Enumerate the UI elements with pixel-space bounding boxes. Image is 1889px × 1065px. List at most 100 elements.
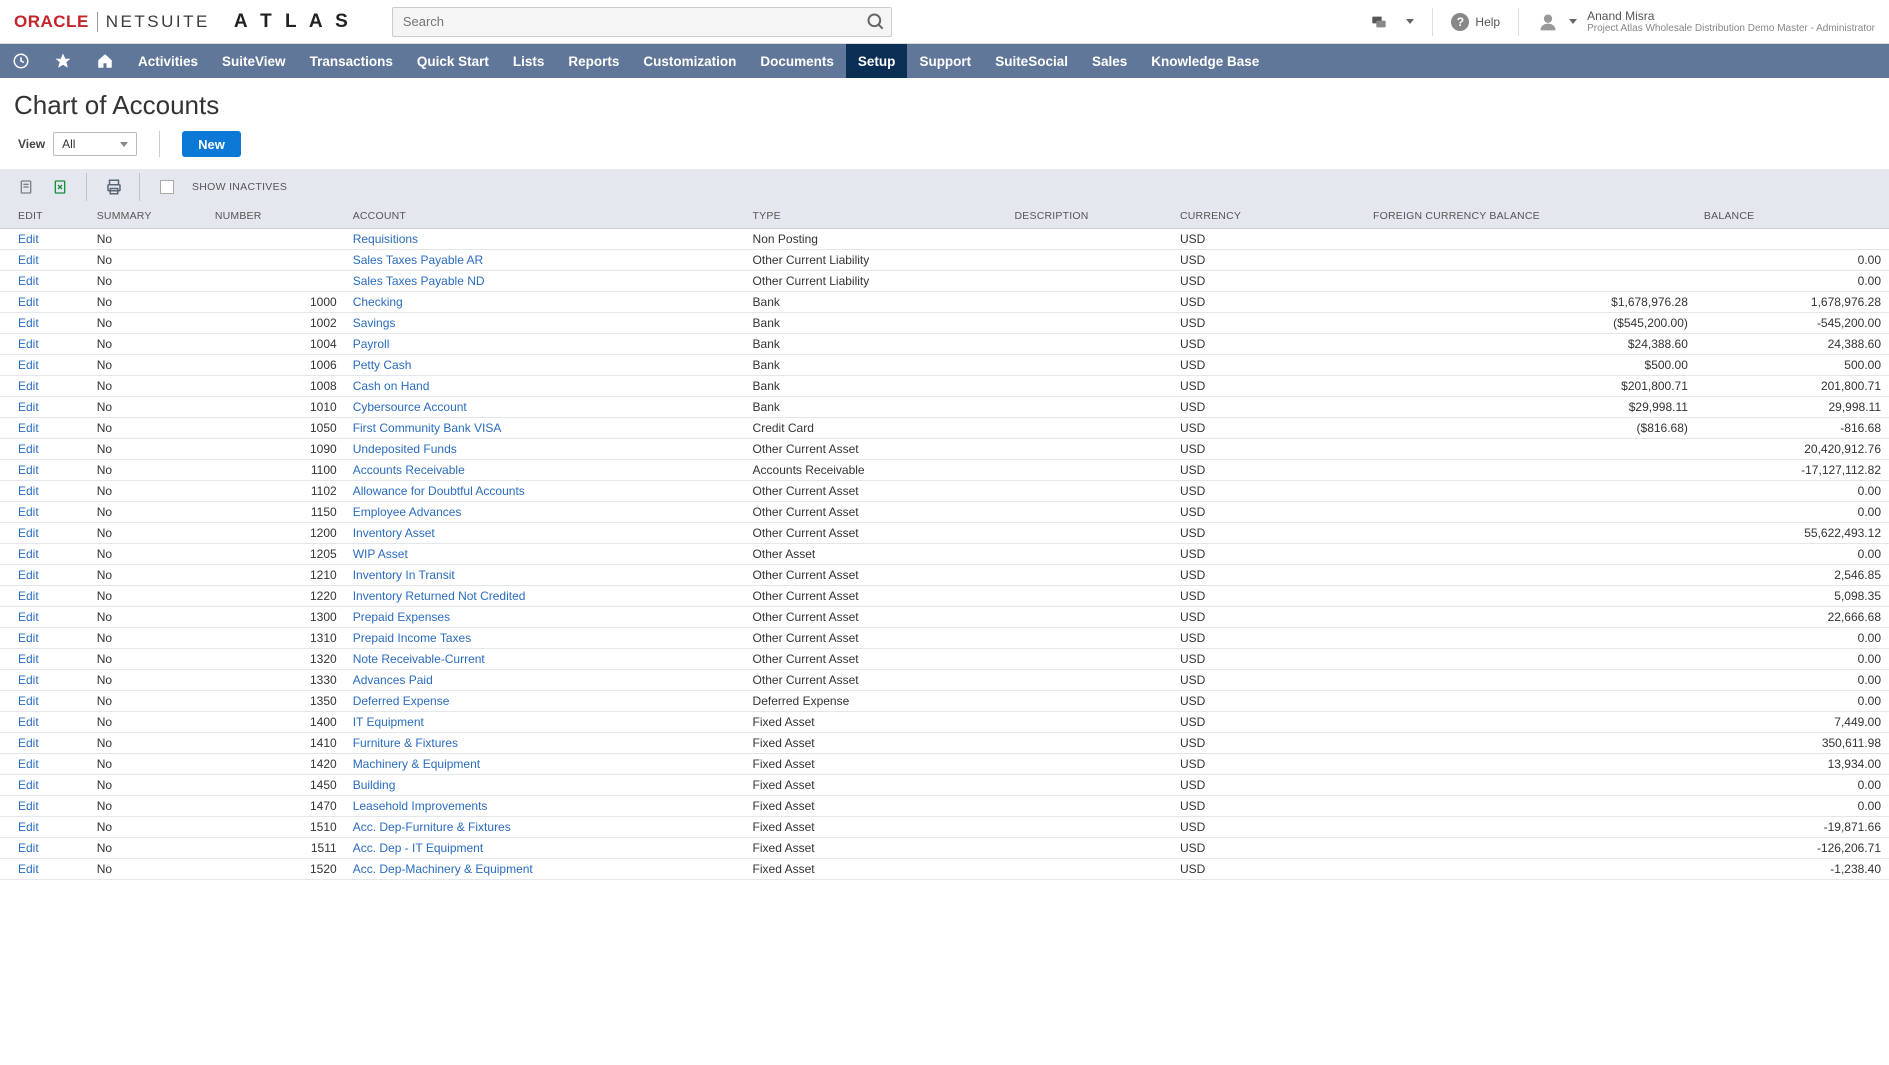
account-link[interactable]: Building: [353, 778, 396, 792]
edit-link[interactable]: Edit: [18, 379, 39, 393]
edit-link[interactable]: Edit: [18, 694, 39, 708]
edit-link[interactable]: Edit: [18, 736, 39, 750]
account-link[interactable]: Inventory Returned Not Credited: [353, 589, 526, 603]
edit-link[interactable]: Edit: [18, 295, 39, 309]
edit-link[interactable]: Edit: [18, 358, 39, 372]
edit-link[interactable]: Edit: [18, 526, 39, 540]
account-link[interactable]: Payroll: [353, 337, 390, 351]
print-icon[interactable]: [105, 178, 121, 196]
edit-link[interactable]: Edit: [18, 820, 39, 834]
account-link[interactable]: Requisitions: [353, 232, 418, 246]
edit-link[interactable]: Edit: [18, 484, 39, 498]
edit-link[interactable]: Edit: [18, 442, 39, 456]
edit-link[interactable]: Edit: [18, 757, 39, 771]
account-link[interactable]: Inventory Asset: [353, 526, 435, 540]
edit-link[interactable]: Edit: [18, 715, 39, 729]
nav-star-icon[interactable]: [42, 44, 84, 78]
language-caret-icon[interactable]: [1406, 19, 1414, 24]
account-link[interactable]: Acc. Dep-Machinery & Equipment: [353, 862, 533, 876]
edit-link[interactable]: Edit: [18, 505, 39, 519]
edit-link[interactable]: Edit: [18, 400, 39, 414]
account-link[interactable]: Sales Taxes Payable ND: [353, 274, 485, 288]
nav-item-setup[interactable]: Setup: [846, 44, 908, 78]
account-link[interactable]: Inventory In Transit: [353, 568, 455, 582]
edit-link[interactable]: Edit: [18, 547, 39, 561]
col-edit[interactable]: EDIT: [0, 205, 83, 229]
account-link[interactable]: Accounts Receivable: [353, 463, 465, 477]
edit-link[interactable]: Edit: [18, 862, 39, 876]
col-description[interactable]: DESCRIPTION: [1007, 205, 1172, 229]
account-link[interactable]: Sales Taxes Payable AR: [353, 253, 484, 267]
edit-link[interactable]: Edit: [18, 253, 39, 267]
nav-item-support[interactable]: Support: [907, 44, 983, 78]
edit-link[interactable]: Edit: [18, 421, 39, 435]
account-link[interactable]: Allowance for Doubtful Accounts: [353, 484, 525, 498]
nav-item-suitesocial[interactable]: SuiteSocial: [983, 44, 1080, 78]
nav-history-icon[interactable]: [0, 44, 42, 78]
edit-link[interactable]: Edit: [18, 316, 39, 330]
account-link[interactable]: Undeposited Funds: [353, 442, 457, 456]
nav-item-sales[interactable]: Sales: [1080, 44, 1139, 78]
col-currency[interactable]: CURRENCY: [1172, 205, 1365, 229]
nav-item-customization[interactable]: Customization: [631, 44, 748, 78]
account-link[interactable]: WIP Asset: [353, 547, 408, 561]
account-link[interactable]: Leasehold Improvements: [353, 799, 488, 813]
account-link[interactable]: IT Equipment: [353, 715, 424, 729]
account-link[interactable]: First Community Bank VISA: [353, 421, 502, 435]
user-role: Project Atlas Wholesale Distribution Dem…: [1587, 23, 1875, 34]
account-link[interactable]: Furniture & Fixtures: [353, 736, 458, 750]
edit-link[interactable]: Edit: [18, 652, 39, 666]
view-select[interactable]: All: [53, 132, 137, 156]
col-balance[interactable]: BALANCE: [1696, 205, 1889, 229]
search-input[interactable]: [392, 7, 892, 37]
col-number[interactable]: NUMBER: [207, 205, 345, 229]
help-link[interactable]: ? Help: [1451, 13, 1500, 31]
account-link[interactable]: Note Receivable-Current: [353, 652, 485, 666]
nav-item-documents[interactable]: Documents: [748, 44, 846, 78]
nav-item-knowledge-base[interactable]: Knowledge Base: [1139, 44, 1271, 78]
account-link[interactable]: Prepaid Income Taxes: [353, 631, 472, 645]
col-foreign-balance[interactable]: FOREIGN CURRENCY BALANCE: [1365, 205, 1696, 229]
nav-item-activities[interactable]: Activities: [126, 44, 210, 78]
account-link[interactable]: Acc. Dep-Furniture & Fixtures: [353, 820, 511, 834]
account-link[interactable]: Cash on Hand: [353, 379, 430, 393]
nav-home-icon[interactable]: [84, 44, 126, 78]
edit-link[interactable]: Edit: [18, 232, 39, 246]
account-link[interactable]: Employee Advances: [353, 505, 462, 519]
account-link[interactable]: Savings: [353, 316, 396, 330]
nav-item-reports[interactable]: Reports: [556, 44, 631, 78]
search-icon[interactable]: [866, 12, 886, 32]
edit-link[interactable]: Edit: [18, 799, 39, 813]
export-excel-icon[interactable]: [52, 178, 68, 196]
language-icon[interactable]: [1370, 14, 1388, 30]
nav-item-quick-start[interactable]: Quick Start: [405, 44, 501, 78]
account-link[interactable]: Machinery & Equipment: [353, 757, 480, 771]
nav-item-suiteview[interactable]: SuiteView: [210, 44, 298, 78]
edit-link[interactable]: Edit: [18, 673, 39, 687]
edit-link[interactable]: Edit: [18, 631, 39, 645]
edit-link[interactable]: Edit: [18, 463, 39, 477]
edit-link[interactable]: Edit: [18, 568, 39, 582]
new-button[interactable]: New: [182, 131, 241, 157]
account-link[interactable]: Cybersource Account: [353, 400, 467, 414]
edit-link[interactable]: Edit: [18, 778, 39, 792]
nav-item-transactions[interactable]: Transactions: [298, 44, 405, 78]
account-link[interactable]: Petty Cash: [353, 358, 412, 372]
edit-link[interactable]: Edit: [18, 337, 39, 351]
edit-link[interactable]: Edit: [18, 589, 39, 603]
edit-link[interactable]: Edit: [18, 274, 39, 288]
col-summary[interactable]: SUMMARY: [83, 205, 207, 229]
export-csv-icon[interactable]: [18, 178, 34, 196]
edit-link[interactable]: Edit: [18, 841, 39, 855]
account-link[interactable]: Checking: [353, 295, 403, 309]
account-link[interactable]: Advances Paid: [353, 673, 433, 687]
nav-item-lists[interactable]: Lists: [501, 44, 557, 78]
account-link[interactable]: Prepaid Expenses: [353, 610, 450, 624]
col-account[interactable]: ACCOUNT: [345, 205, 745, 229]
edit-link[interactable]: Edit: [18, 610, 39, 624]
account-link[interactable]: Deferred Expense: [353, 694, 450, 708]
col-type[interactable]: TYPE: [745, 205, 1007, 229]
user-menu[interactable]: Anand Misra Project Atlas Wholesale Dist…: [1537, 9, 1875, 34]
account-link[interactable]: Acc. Dep - IT Equipment: [353, 841, 484, 855]
show-inactives-checkbox[interactable]: [160, 180, 174, 194]
